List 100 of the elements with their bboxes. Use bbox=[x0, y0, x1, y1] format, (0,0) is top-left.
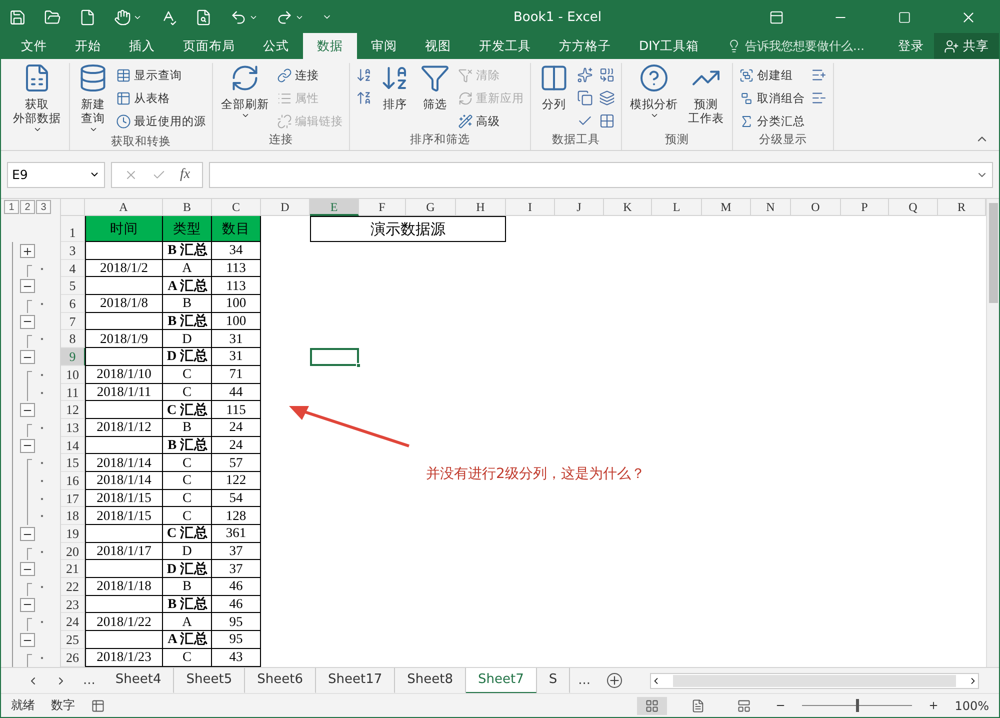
row-header[interactable]: 9 bbox=[61, 348, 85, 366]
ribbon-tab[interactable]: 文件 bbox=[7, 33, 61, 59]
row-header[interactable]: 14 bbox=[61, 436, 85, 454]
flash-fill-icon[interactable] bbox=[577, 65, 593, 85]
column-header[interactable]: R bbox=[938, 199, 986, 216]
touch-mode-icon[interactable] bbox=[114, 8, 142, 26]
outline-toggle-button[interactable] bbox=[20, 438, 35, 453]
ribbon-button[interactable]: 取消组合 bbox=[739, 88, 805, 108]
row-header[interactable]: 24 bbox=[61, 613, 85, 632]
row-header[interactable]: 19 bbox=[61, 525, 85, 543]
ribbon-tab[interactable]: 数据 bbox=[303, 33, 357, 59]
normal-view-icon[interactable] bbox=[636, 696, 667, 714]
sheet-tab[interactable]: Sheet7 bbox=[466, 668, 537, 694]
column-header[interactable]: M bbox=[702, 199, 751, 216]
row-header[interactable]: 1 bbox=[61, 216, 85, 242]
column-header[interactable]: D bbox=[261, 199, 310, 216]
formula-input[interactable] bbox=[209, 162, 993, 188]
ribbon-button[interactable]: 预测 工作表 bbox=[686, 63, 726, 132]
save-icon[interactable] bbox=[9, 8, 26, 26]
ribbon-button[interactable]: 排序 bbox=[378, 63, 412, 132]
column-header[interactable]: K bbox=[604, 199, 652, 216]
row-header[interactable]: 26 bbox=[61, 648, 85, 666]
outline-toggle-button[interactable] bbox=[20, 314, 35, 329]
name-box[interactable]: E9 bbox=[7, 162, 105, 188]
outline-toggle-button[interactable] bbox=[20, 244, 35, 258]
row-header[interactable]: 11 bbox=[61, 384, 85, 402]
macro-icon[interactable] bbox=[91, 698, 105, 712]
insert-function-button[interactable]: fx bbox=[180, 166, 190, 182]
column-header[interactable]: A bbox=[85, 199, 163, 216]
ribbon-button[interactable]: 筛选 bbox=[418, 63, 452, 132]
row-header[interactable]: 22 bbox=[61, 578, 85, 596]
sign-in-link[interactable]: 登录 bbox=[888, 33, 934, 59]
row-header[interactable]: 25 bbox=[61, 631, 85, 649]
ribbon-tab[interactable]: 开始 bbox=[61, 33, 115, 59]
ribbon-tab[interactable]: 视图 bbox=[411, 33, 465, 59]
ribbon-button[interactable]: 创建组 bbox=[739, 65, 805, 85]
ribbon-tab[interactable]: DIY工具箱 bbox=[625, 33, 713, 59]
row-header[interactable]: 8 bbox=[61, 330, 85, 348]
column-header[interactable]: B bbox=[163, 199, 212, 216]
zoom-slider-thumb[interactable] bbox=[856, 699, 859, 712]
ribbon-button[interactable]: 分类汇总 bbox=[739, 111, 805, 131]
folder-icon[interactable] bbox=[44, 8, 61, 26]
outline-level-button[interactable]: 3 bbox=[36, 200, 51, 214]
ribbon-tab[interactable]: 插入 bbox=[115, 33, 169, 59]
ribbon-button[interactable]: 连接 bbox=[277, 65, 343, 85]
outline-toggle-button[interactable] bbox=[20, 527, 35, 541]
column-header[interactable]: F bbox=[359, 199, 406, 216]
column-header[interactable]: Q bbox=[889, 199, 938, 216]
outline-toggle-button[interactable] bbox=[20, 562, 35, 576]
zoom-level[interactable]: 100% bbox=[954, 698, 989, 712]
row-header[interactable]: 4 bbox=[61, 260, 85, 278]
column-header[interactable]: P bbox=[841, 199, 889, 216]
ribbon-tab[interactable]: 页面布局 bbox=[169, 33, 249, 59]
row-header[interactable]: 12 bbox=[61, 401, 85, 419]
column-header[interactable]: L bbox=[652, 199, 702, 216]
ribbon-button[interactable]: 新建 查询 bbox=[76, 63, 110, 134]
ribbon-button[interactable]: 显示查询 bbox=[116, 65, 206, 85]
ribbon-button[interactable]: 高级 bbox=[458, 111, 524, 131]
ribbon-button[interactable]: 最近使用的源 bbox=[116, 111, 206, 131]
more-sheets-button[interactable]: ... bbox=[570, 673, 599, 688]
share-button[interactable]: 共享 bbox=[934, 33, 999, 59]
redo-icon[interactable] bbox=[276, 8, 304, 26]
row-header[interactable]: 3 bbox=[61, 242, 85, 260]
undo-icon[interactable] bbox=[230, 8, 258, 26]
outline-toggle-button[interactable] bbox=[20, 403, 35, 418]
ribbon-tab[interactable]: 公式 bbox=[249, 33, 303, 59]
vertical-scrollbar[interactable] bbox=[986, 199, 999, 667]
row-header[interactable]: 6 bbox=[61, 295, 85, 313]
outline-toggle-button[interactable] bbox=[20, 350, 35, 364]
outline-level-button[interactable]: 1 bbox=[4, 200, 19, 214]
row-header[interactable]: 13 bbox=[61, 418, 85, 437]
print-preview-icon[interactable] bbox=[195, 8, 212, 26]
column-header[interactable]: I bbox=[506, 199, 555, 216]
outline-level-button[interactable]: 2 bbox=[20, 200, 35, 214]
row-header[interactable]: 7 bbox=[61, 312, 85, 330]
column-header[interactable]: O bbox=[791, 199, 841, 216]
duplicate-icon[interactable] bbox=[577, 88, 593, 108]
column-header[interactable]: E bbox=[310, 199, 359, 216]
outline-toggle-button[interactable] bbox=[20, 633, 35, 648]
row-header[interactable]: 15 bbox=[61, 454, 85, 472]
row-header[interactable]: 5 bbox=[61, 277, 85, 296]
ribbon-button[interactable]: 模拟分析 bbox=[628, 63, 680, 132]
more-sheets-button[interactable]: ... bbox=[75, 673, 104, 688]
new-file-icon[interactable] bbox=[79, 8, 96, 26]
row-header[interactable]: 23 bbox=[61, 596, 85, 614]
zoom-in-icon[interactable] bbox=[928, 700, 939, 711]
column-header[interactable]: C bbox=[212, 199, 261, 216]
tell-me-field[interactable]: 告诉我您想要做什么... bbox=[726, 33, 888, 59]
row-header[interactable]: 17 bbox=[61, 490, 85, 508]
ribbon-tab[interactable]: 审阅 bbox=[357, 33, 411, 59]
selected-cell[interactable] bbox=[310, 348, 359, 366]
row-header[interactable]: 18 bbox=[61, 507, 85, 525]
column-header[interactable]: N bbox=[751, 199, 791, 216]
ribbon-button[interactable]: 全部刷新 bbox=[219, 63, 271, 132]
row-header[interactable]: 21 bbox=[61, 560, 85, 578]
ribbon-button[interactable]: 从表格 bbox=[116, 88, 206, 108]
horizontal-scrollbar[interactable] bbox=[650, 672, 979, 688]
row-header[interactable]: 20 bbox=[61, 542, 85, 560]
column-header[interactable]: G bbox=[406, 199, 456, 216]
ribbon-button[interactable]: 获取 外部数据 bbox=[11, 63, 63, 134]
